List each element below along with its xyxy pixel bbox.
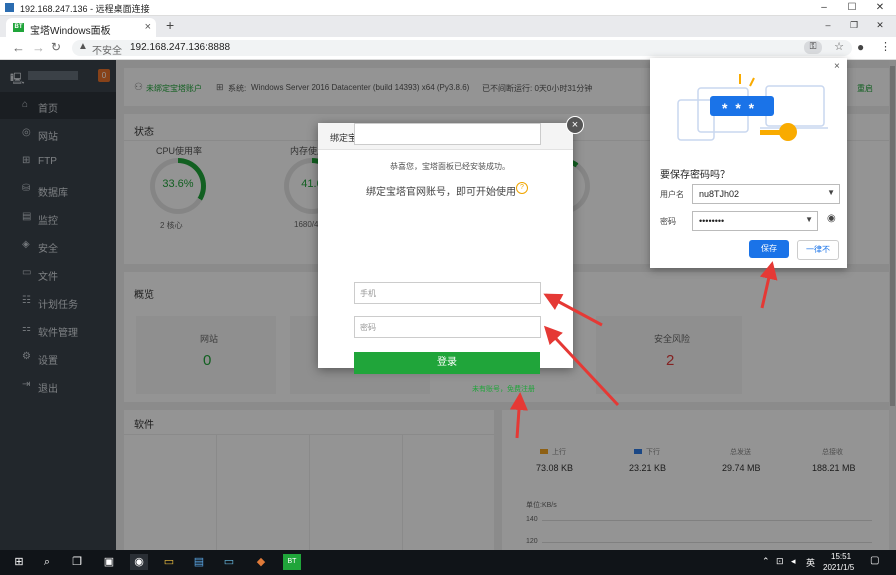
arrow-to-save	[759, 261, 778, 309]
arrow-to-password	[543, 325, 620, 407]
server-manager-icon[interactable]: ▤	[190, 554, 208, 570]
ime-indicator[interactable]: 英	[806, 556, 815, 569]
package-icon[interactable]: ◆	[252, 554, 270, 570]
notification-icon[interactable]: ▢	[870, 555, 879, 566]
arrow-to-phone	[543, 293, 603, 327]
clock-date[interactable]: 2021/1/5	[823, 563, 854, 572]
remote-desktop-icon[interactable]: ▭	[220, 554, 238, 570]
search-icon[interactable]: ⌕	[38, 554, 56, 570]
volume-icon[interactable]: ◂	[791, 556, 796, 567]
task-view-icon[interactable]: ❐	[68, 554, 86, 570]
bt-panel-icon[interactable]: BT	[283, 554, 301, 570]
file-explorer-icon[interactable]: ▭	[160, 554, 178, 570]
app-icon-console[interactable]: ▣	[100, 554, 118, 570]
arrow-to-register	[509, 392, 528, 439]
chrome-icon[interactable]: ◉	[130, 554, 148, 570]
clock-time[interactable]: 15:51	[831, 552, 851, 561]
windows-taskbar: ⊞ ⌕ ❐ ▣ ◉ ▭ ▤ ▭ ◆ BT ⌃ ⊡ ◂ 英 15:51 2021/…	[0, 550, 896, 575]
annotation-arrows	[509, 261, 778, 439]
tray-up-icon[interactable]: ⌃	[762, 556, 770, 567]
network-icon[interactable]: ⊡	[776, 556, 784, 567]
start-windows-icon[interactable]: ⊞	[10, 554, 28, 570]
